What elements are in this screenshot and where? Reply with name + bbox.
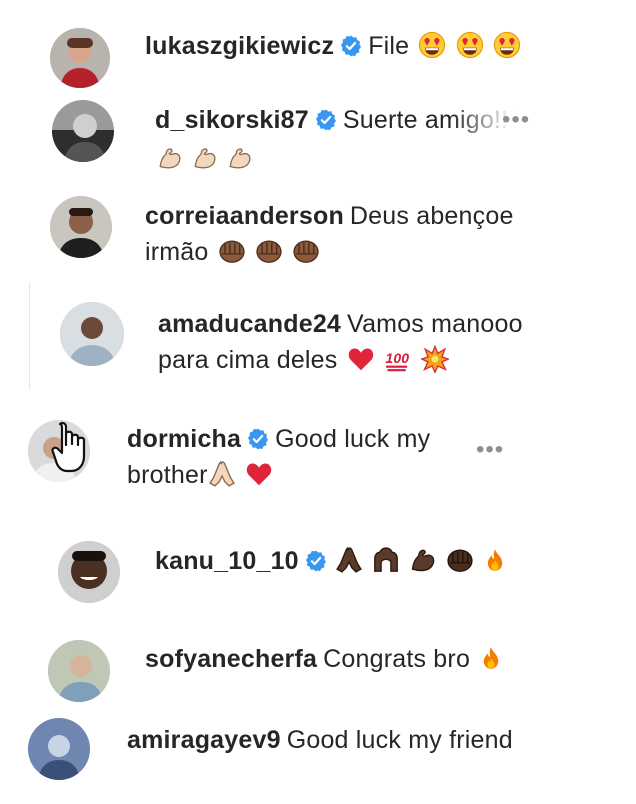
- flexed-biceps-emoji-icon: [157, 145, 183, 171]
- heart-eyes-emoji-icon: [456, 31, 484, 59]
- username[interactable]: d_sikorski87: [155, 106, 309, 134]
- username[interactable]: sofyanecherfa: [145, 645, 317, 673]
- flexed-biceps-emoji-icon: [192, 145, 218, 171]
- comment-body: Good luck my friend: [286, 726, 513, 754]
- comment-text: dormicha Good luck my: [127, 421, 430, 457]
- comment-text: sofyanecherfa Congrats bro: [145, 641, 503, 677]
- avatar[interactable]: [28, 718, 90, 780]
- red-heart-emoji-icon: [347, 345, 375, 373]
- folded-hands-emoji-icon: [335, 546, 363, 574]
- comment-text: lukaszgikiewicz File: [145, 28, 521, 64]
- comment-text-line2: brother: [127, 457, 273, 493]
- username[interactable]: correiaanderson: [145, 202, 344, 230]
- avatar[interactable]: [48, 640, 110, 702]
- more-options-icon[interactable]: •••: [502, 106, 530, 134]
- red-heart-emoji-icon: [245, 460, 273, 488]
- comment-body-cont: irmão: [145, 238, 209, 266]
- username[interactable]: amaducande24: [158, 310, 341, 338]
- flexed-biceps-emoji-icon: [409, 546, 437, 574]
- comment-body: Good luck my: [275, 425, 431, 453]
- collision-emoji-icon: [421, 345, 449, 373]
- fire-emoji-icon: [483, 546, 507, 574]
- comment-body-cont: brother: [127, 461, 208, 489]
- comment-text: kanu_10_10: [155, 543, 507, 579]
- username[interactable]: lukaszgikiewicz: [145, 32, 334, 60]
- comment-body: Vamos manooo: [347, 310, 523, 338]
- avatar[interactable]: [52, 100, 114, 162]
- verified-badge-icon: [315, 109, 337, 131]
- heart-eyes-emoji-icon: [418, 31, 446, 59]
- fist-emoji-icon: [446, 546, 474, 574]
- comment-text-line2: para cima deles: [158, 342, 449, 378]
- comment-body: Deus abençoe: [349, 202, 514, 230]
- reply-thread-line: [29, 282, 30, 390]
- hand-cursor-icon: [51, 421, 86, 473]
- verified-badge-icon: [247, 428, 269, 450]
- fire-emoji-icon: [479, 644, 503, 672]
- comment-text-line2: irmão: [145, 234, 320, 270]
- comment-body: File: [368, 32, 410, 60]
- comment-text: correiaanderson Deus abençoe: [145, 198, 514, 234]
- comment-text: amiragayev9 Good luck my friend: [127, 722, 513, 758]
- more-options-icon[interactable]: •••: [476, 436, 504, 464]
- username[interactable]: dormicha: [127, 425, 241, 453]
- comment-body-cont: para cima deles: [158, 346, 338, 374]
- verified-badge-icon: [340, 35, 362, 57]
- fist-emoji-icon: [292, 237, 320, 265]
- comment-emoji-line: [155, 140, 253, 176]
- flexed-biceps-emoji-icon: [227, 145, 253, 171]
- hundred-points-emoji-icon: [384, 345, 412, 373]
- comment-text: amaducande24 Vamos manooo: [158, 306, 523, 342]
- fist-emoji-icon: [218, 237, 246, 265]
- heart-eyes-emoji-icon: [493, 31, 521, 59]
- avatar[interactable]: [50, 196, 112, 258]
- raised-hands-emoji-icon: [372, 546, 400, 574]
- comment-body: Congrats bro: [323, 645, 471, 673]
- avatar[interactable]: [60, 302, 124, 366]
- username[interactable]: amiragayev9: [127, 726, 281, 754]
- verified-badge-icon: [305, 550, 327, 572]
- avatar[interactable]: [50, 28, 110, 88]
- fist-emoji-icon: [255, 237, 283, 265]
- folded-hands-emoji-icon: [208, 460, 236, 488]
- avatar[interactable]: [58, 541, 120, 603]
- username[interactable]: kanu_10_10: [155, 547, 299, 575]
